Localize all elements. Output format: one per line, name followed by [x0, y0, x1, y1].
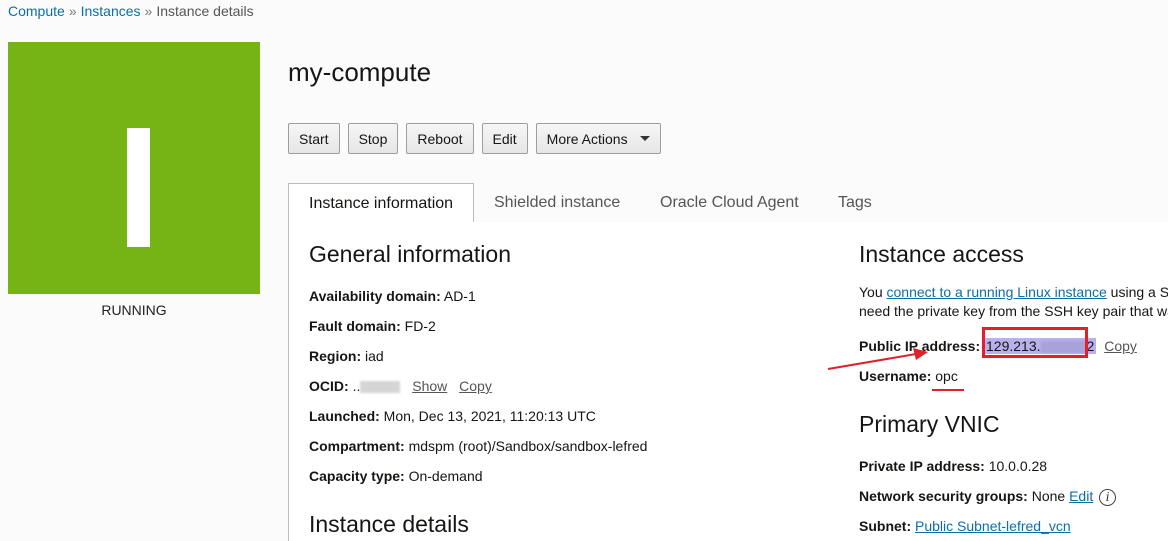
tab-bar: Instance information Shielded instance O…	[288, 183, 1168, 224]
nsg-edit-link[interactable]: Edit	[1069, 488, 1093, 504]
stop-button[interactable]: Stop	[347, 123, 399, 154]
page-title: my-compute	[288, 57, 432, 87]
capacity-type-value: On-demand	[408, 468, 483, 484]
annotation-arrow-icon	[827, 348, 928, 370]
connect-linux-instance-link[interactable]: connect to a running Linux instance	[887, 284, 1107, 300]
availability-domain-row: Availability domain: AD-1	[309, 288, 476, 304]
compartment-label: Compartment:	[309, 438, 405, 454]
instance-status-icon	[127, 128, 150, 247]
launched-row: Launched: Mon, Dec 13, 2021, 11:20:13 UT…	[309, 408, 596, 424]
ocid-value: ..	[352, 378, 361, 394]
private-ip-value: 10.0.0.28	[988, 458, 1048, 474]
breadcrumb-compute[interactable]: Compute	[8, 3, 65, 19]
ocid-redacted	[360, 381, 401, 394]
instance-status-tile	[8, 42, 260, 294]
info-icon[interactable]: i	[1099, 488, 1117, 506]
fault-domain-row: Fault domain: FD-2	[309, 318, 436, 334]
instance-details-title: Instance details	[309, 511, 469, 537]
instance-access-title: Instance access	[859, 241, 1024, 267]
tab-shielded-instance[interactable]: Shielded instance	[474, 183, 640, 223]
access-text-before: You	[859, 284, 887, 300]
subnet-link[interactable]: Public Subnet-lefred_vcn	[915, 518, 1071, 534]
tab-oracle-cloud-agent[interactable]: Oracle Cloud Agent	[640, 183, 819, 223]
access-description-line1: You connect to a running Linux instance …	[859, 284, 1168, 300]
region-label: Region:	[309, 348, 362, 364]
public-ip-copy-link[interactable]: Copy	[1104, 338, 1137, 354]
breadcrumb-instances[interactable]: Instances	[81, 3, 141, 19]
subnet-row: Subnet: Public Subnet-lefred_vcn	[859, 518, 1071, 534]
access-description-line2: need the private key from the SSH key pa…	[859, 303, 1168, 319]
nsg-row: Network security groups: None Edit i	[859, 488, 1117, 506]
reboot-button[interactable]: Reboot	[406, 123, 474, 154]
fault-domain-label: Fault domain:	[309, 318, 401, 334]
breadcrumb-current: Instance details	[156, 3, 254, 19]
edit-button[interactable]: Edit	[481, 123, 528, 154]
tab-instance-information[interactable]: Instance information	[288, 183, 475, 224]
username-underline-mark	[932, 389, 964, 391]
ocid-show-link[interactable]: Show	[412, 378, 447, 394]
general-information-title: General information	[309, 241, 511, 267]
availability-domain-value: AD-1	[443, 288, 476, 304]
primary-vnic-title: Primary VNIC	[859, 411, 1000, 437]
capacity-type-label: Capacity type:	[309, 468, 405, 484]
private-ip-row: Private IP address: 10.0.0.28	[859, 458, 1047, 474]
region-value: iad	[365, 348, 384, 364]
capacity-type-row: Capacity type: On-demand	[309, 468, 483, 484]
nsg-label: Network security groups:	[859, 488, 1028, 504]
chevron-down-icon	[639, 136, 650, 141]
launched-label: Launched:	[309, 408, 380, 424]
action-toolbar: Start Stop Reboot Edit More Actions	[288, 123, 661, 154]
tab-tags[interactable]: Tags	[818, 183, 892, 223]
breadcrumb-separator: »	[144, 3, 153, 19]
availability-domain-label: Availability domain:	[309, 288, 441, 304]
username-value: opc	[935, 368, 958, 384]
more-actions-label: More Actions	[546, 130, 628, 147]
ocid-copy-link[interactable]: Copy	[459, 378, 492, 394]
private-ip-label: Private IP address:	[859, 458, 985, 474]
access-text-after: using a S	[1106, 284, 1168, 300]
launched-value: Mon, Dec 13, 2021, 11:20:13 UTC	[383, 408, 596, 424]
subnet-label: Subnet:	[859, 518, 912, 534]
ocid-label: OCID:	[309, 378, 349, 394]
instance-status-label: RUNNING	[101, 302, 167, 318]
fault-domain-value: FD-2	[404, 318, 436, 334]
breadcrumb-separator: »	[68, 3, 77, 19]
start-button[interactable]: Start	[288, 123, 340, 154]
more-actions-button[interactable]: More Actions	[535, 123, 661, 154]
region-row: Region: iad	[309, 348, 384, 364]
compartment-row: Compartment: mdspm (root)/Sandbox/sandbo…	[309, 438, 647, 454]
compartment-value: mdspm (root)/Sandbox/sandbox-lefred	[408, 438, 648, 454]
nsg-value: None	[1031, 488, 1066, 504]
breadcrumb: Compute» Instances» Instance details	[8, 3, 254, 19]
ocid-row: OCID: .. Show Copy	[309, 378, 492, 394]
public-ip-highlight-box	[982, 327, 1088, 358]
